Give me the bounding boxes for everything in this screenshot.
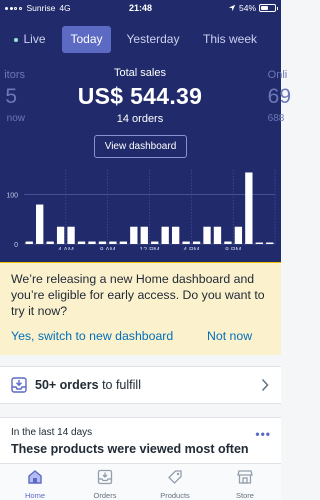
chart-bar bbox=[36, 204, 44, 244]
chart-bar bbox=[109, 241, 117, 244]
metrics-carousel[interactable]: itors 5 now Total sales US$ 544.39 14 or… bbox=[0, 63, 291, 128]
visitors-metric-peek[interactable]: itors 5 now bbox=[0, 69, 25, 124]
tab-live[interactable]: Live bbox=[10, 26, 50, 53]
date-range-tabs: Live Today Yesterday This week bbox=[0, 26, 281, 53]
chart-bar bbox=[25, 241, 33, 244]
chart-bar bbox=[98, 241, 107, 244]
bottom-tab-bar: Home Orders Products Store bbox=[0, 463, 281, 500]
chart-bar bbox=[130, 226, 138, 244]
chart-bar bbox=[182, 241, 190, 244]
tag-icon bbox=[168, 470, 182, 484]
nav-label: Products bbox=[160, 491, 190, 500]
chart-bar bbox=[140, 226, 148, 244]
nav-label: Store bbox=[236, 491, 254, 500]
live-dot-icon bbox=[14, 37, 19, 42]
nav-home[interactable]: Home bbox=[0, 464, 70, 500]
hourly-sales-chart: 0 100 4 AM 8 AM 12 PM 4 PM 8 PM bbox=[6, 170, 276, 250]
chart-y-tick-label: 0 bbox=[14, 242, 18, 249]
store-icon bbox=[237, 470, 253, 484]
battery-icon bbox=[259, 4, 278, 12]
new-dashboard-banner: We’re releasing a new Home dashboard and… bbox=[0, 262, 281, 355]
chart-x-tick-label: 8 PM bbox=[225, 247, 242, 250]
metric-label: Onli bbox=[267, 69, 288, 81]
nav-label: Orders bbox=[93, 491, 117, 500]
metric-sub: now bbox=[6, 113, 25, 124]
chart-x-tick-label: 12 PM bbox=[139, 247, 159, 250]
chart-bar bbox=[88, 241, 96, 244]
metric-value: 69 bbox=[267, 85, 291, 108]
chart-x-tick-label: 4 AM bbox=[58, 247, 74, 250]
not-now-link[interactable]: Not now bbox=[207, 329, 252, 343]
chart-bar bbox=[67, 226, 75, 244]
status-bar: Sunrise 4G 21:48 54% bbox=[0, 0, 281, 16]
chart-x-tick-label: 8 AM bbox=[100, 247, 116, 250]
card-title: These products were viewed most often bbox=[11, 442, 249, 456]
chart-x-tick-label: 4 PM bbox=[183, 247, 200, 250]
nav-orders[interactable]: Orders bbox=[70, 464, 140, 500]
chart-bar bbox=[266, 242, 274, 244]
chart-y-tick-label: 100 bbox=[6, 193, 18, 200]
nav-store[interactable]: Store bbox=[210, 464, 280, 500]
metric-label: itors bbox=[4, 69, 25, 81]
chart-bar bbox=[213, 226, 222, 244]
orders-icon bbox=[97, 469, 113, 485]
chart-bar bbox=[203, 226, 211, 244]
inbox-icon bbox=[11, 377, 27, 393]
fulfill-suffix: to fulfill bbox=[98, 378, 141, 392]
more-options-icon[interactable]: ••• bbox=[255, 427, 271, 441]
home-icon bbox=[28, 470, 42, 484]
order-count: 14 orders bbox=[116, 113, 164, 125]
online-store-metric-peek[interactable]: Onli 69 688 bbox=[268, 69, 291, 124]
chevron-right-icon bbox=[261, 378, 269, 392]
orders-to-fulfill-row[interactable]: 50+ orders to fulfill bbox=[0, 366, 281, 404]
chart-bar bbox=[171, 226, 180, 244]
sales-overview-header: Sunrise 4G 21:48 54% Live Today Yesterda… bbox=[0, 0, 291, 262]
tab-today[interactable]: Today bbox=[62, 26, 111, 53]
chart-bar bbox=[77, 241, 86, 244]
fulfill-text: 50+ orders to fulfill bbox=[35, 378, 141, 392]
banner-message: We’re releasing a new Home dashboard and… bbox=[11, 272, 265, 318]
chart-bar bbox=[119, 241, 128, 244]
metric-value: 5 bbox=[5, 85, 17, 108]
status-right: 54% bbox=[228, 3, 278, 13]
most-viewed-products-card: In the last 14 days ••• These products w… bbox=[0, 417, 281, 467]
chart-bar bbox=[192, 241, 201, 244]
switch-dashboard-link[interactable]: Yes, switch to new dashboard bbox=[11, 329, 173, 343]
chart-bar bbox=[46, 241, 54, 244]
total-sales-label: Total sales bbox=[114, 67, 166, 79]
chart-bar bbox=[245, 172, 253, 244]
tab-live-label: Live bbox=[23, 32, 46, 46]
chart-bar bbox=[224, 241, 232, 244]
chart-bar bbox=[255, 242, 263, 244]
nav-products[interactable]: Products bbox=[140, 464, 210, 500]
tab-this-week[interactable]: This week bbox=[196, 26, 264, 53]
chart-bar bbox=[161, 226, 169, 244]
tab-yesterday[interactable]: Yesterday bbox=[120, 26, 186, 53]
card-subtitle: In the last 14 days bbox=[11, 427, 93, 438]
chart-bar bbox=[56, 226, 65, 244]
chart-bar bbox=[151, 241, 159, 244]
total-sales-value: US$ 544.39 bbox=[77, 83, 203, 109]
fulfill-count: 50+ orders bbox=[35, 378, 99, 392]
battery-percent: 54% bbox=[238, 3, 256, 13]
metric-sub: 688 bbox=[267, 113, 285, 124]
chart-bar bbox=[234, 226, 243, 244]
view-dashboard-button[interactable]: View dashboard bbox=[94, 135, 187, 158]
location-icon bbox=[228, 4, 236, 12]
total-sales-metric: Total sales US$ 544.39 14 orders bbox=[60, 67, 220, 125]
nav-label: Home bbox=[24, 491, 45, 500]
